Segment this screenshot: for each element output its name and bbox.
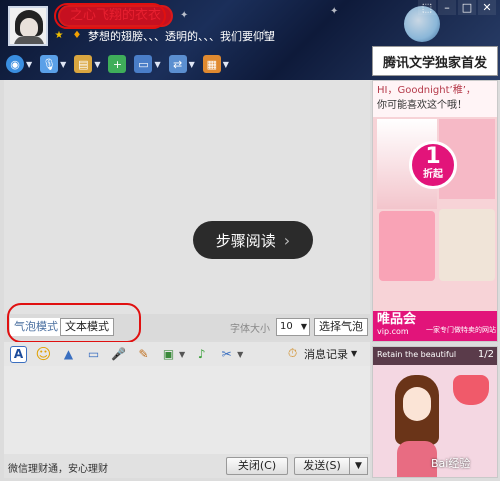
- step-reading-button[interactable]: 步骤阅读 ›: [193, 221, 313, 259]
- window-controls: ⬚ – □ ✕: [418, 0, 496, 15]
- close-button[interactable]: 关闭(C): [226, 457, 288, 475]
- ad-panel[interactable]: HI，Goodnight’稚’， 你可能喜欢这个哦！ 1 折起 唯品会 vip.…: [372, 80, 498, 342]
- send-button[interactable]: 发送(S): [294, 457, 350, 475]
- star-decoration: ✦: [180, 10, 189, 21]
- voice-call-icon[interactable]: 🎙: [40, 55, 59, 73]
- doodle-icon[interactable]: ✎: [135, 346, 152, 363]
- message-history-button[interactable]: ⏱ 消息记录 ▼: [284, 345, 357, 362]
- ad-illustration: [403, 387, 431, 421]
- ad-illustration: [453, 375, 489, 405]
- star-decoration: ✦: [330, 6, 339, 17]
- chevron-down-icon[interactable]: ▼: [154, 60, 160, 69]
- message-display-area[interactable]: [4, 80, 370, 314]
- close-window-button[interactable]: ✕: [478, 0, 496, 15]
- chevron-down-icon[interactable]: ▼: [237, 350, 243, 359]
- message-input[interactable]: [4, 366, 370, 454]
- skin-button[interactable]: ⬚: [418, 0, 436, 15]
- chevron-down-icon[interactable]: ▼: [189, 60, 195, 69]
- screenshot-icon[interactable]: ✂: [218, 346, 235, 363]
- font-size-value: 10: [280, 321, 293, 332]
- avatar[interactable]: [8, 6, 48, 46]
- discount-badge: 1 折起: [409, 141, 457, 189]
- red-scribble-annotation: [54, 3, 166, 29]
- message-history-label: 消息记录: [304, 347, 348, 361]
- mode-bar: 气泡模式 文本模式 字体大小 10 ▼ 选择气泡: [4, 303, 370, 343]
- chevron-down-icon: ▼: [300, 322, 307, 331]
- chat-toolbar: ◉ ▼ 🎙 ▼ ▤ ▼ + ▭ ▼ ⇄ ▼ ▦ ▼: [6, 52, 229, 76]
- font-icon[interactable]: A: [10, 345, 27, 363]
- emoji-icon[interactable]: ☺: [35, 345, 52, 363]
- video-call-icon[interactable]: ◉: [6, 55, 24, 73]
- ad-slogan: 一家专门做特卖的网站: [426, 326, 496, 334]
- ad-greeting-line2: 你可能喜欢这个哦！: [377, 100, 467, 111]
- send-options-dropdown[interactable]: ▼: [350, 457, 368, 475]
- status-line: ★ ♦ 梦想的翅膀、、、透明的、、、我们要仰望: [52, 28, 275, 44]
- apps-grid-icon[interactable]: ▦: [202, 55, 221, 73]
- red-scribble-annotation: [7, 303, 141, 343]
- chevron-down-icon[interactable]: ▼: [223, 60, 229, 69]
- ad-product-image: [439, 209, 495, 281]
- ad-banner[interactable]: 腾讯文学独家首发: [372, 46, 498, 76]
- ad2-page-indicator[interactable]: 1/2: [478, 349, 494, 360]
- level-icon: ♦: [72, 30, 82, 41]
- ad-greeting-line1: HI，Goodnight’稚’，: [377, 85, 476, 96]
- ad-greeting: HI，Goodnight’稚’， 你可能喜欢这个哦！: [373, 81, 497, 117]
- input-toolbar: A ☺ ▲ ▭ 🎤 ✎ ▣ ▼ ♪ ✂ ▼ ⏱ 消息记录 ▼: [4, 342, 370, 366]
- chevron-down-icon[interactable]: ▼: [179, 350, 185, 359]
- font-size-select[interactable]: 10 ▼: [276, 318, 310, 336]
- ad-product-image: [379, 211, 435, 281]
- file-transfer-icon[interactable]: ▤: [74, 55, 93, 73]
- choose-bubble-button[interactable]: 选择气泡: [314, 318, 368, 336]
- screen-share-icon[interactable]: ⇄: [168, 55, 187, 73]
- bottom-bar: 微信理财通，安心理财 关闭(C) 发送(S) ▼: [4, 454, 370, 478]
- watermark-icon: Bai经验: [431, 457, 471, 470]
- font-size-label: 字体大小: [230, 324, 270, 335]
- discount-number: 1: [425, 144, 441, 169]
- ad-footer: 唯品会 vip.com 一家专门做特卖的网站: [373, 311, 497, 341]
- screenshot-frame-icon[interactable]: ▭: [85, 346, 102, 363]
- star-icon: ★: [54, 30, 64, 41]
- remote-desktop-icon[interactable]: ▭: [134, 55, 153, 73]
- voice-message-icon[interactable]: 🎤: [110, 346, 127, 363]
- chevron-down-icon[interactable]: ▼: [60, 60, 66, 69]
- shake-icon[interactable]: ▲: [60, 346, 77, 363]
- step-reading-label: 步骤阅读: [215, 231, 276, 250]
- chevron-right-icon: ›: [283, 230, 291, 250]
- music-icon[interactable]: ♪: [193, 346, 210, 363]
- image-icon[interactable]: ▣: [160, 346, 177, 363]
- chevron-down-icon[interactable]: ▼: [94, 60, 100, 69]
- add-app-icon[interactable]: +: [108, 55, 127, 73]
- maximize-button[interactable]: □: [458, 0, 476, 15]
- minimize-button[interactable]: –: [438, 0, 456, 15]
- ad-panel-secondary[interactable]: Retain the beautiful 1/2 Bai经验: [372, 346, 498, 478]
- discount-text: 折起: [423, 169, 443, 180]
- chevron-down-icon[interactable]: ▼: [26, 60, 32, 69]
- promo-link[interactable]: 微信理财通，安心理财: [8, 460, 108, 475]
- signature-text[interactable]: 梦想的翅膀、、、透明的、、、我们要仰望: [88, 28, 275, 44]
- chevron-down-icon: ▼: [351, 349, 358, 358]
- history-icon: ⏱: [287, 346, 298, 360]
